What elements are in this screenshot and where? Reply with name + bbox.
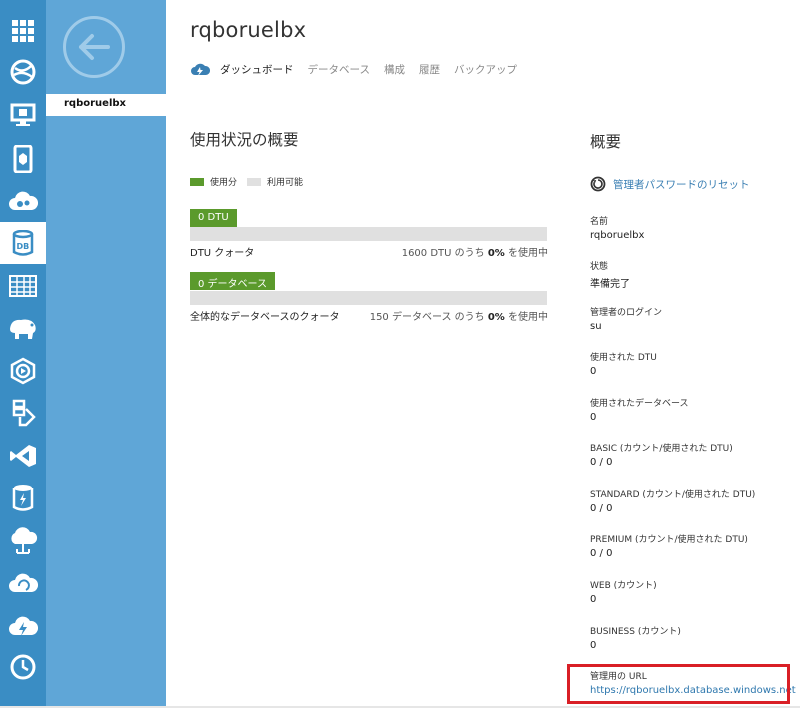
overview-property: 使用された DTU 0 bbox=[590, 350, 790, 377]
main-content: rqboruelbx ダッシュボード データベース 構成 履歴 バックアップ 使… bbox=[166, 0, 800, 708]
biztalk-services-icon[interactable] bbox=[0, 520, 46, 562]
back-button[interactable] bbox=[63, 16, 125, 78]
cache-icon[interactable] bbox=[0, 477, 46, 519]
reset-admin-password-label: 管理者パスワードのリセット bbox=[613, 178, 750, 191]
cloud-services-icon[interactable] bbox=[0, 180, 46, 222]
service-rail: DB bbox=[0, 0, 46, 708]
property-key: 使用されたデータベース bbox=[590, 399, 689, 409]
property-value: 準備完了 bbox=[590, 279, 630, 290]
hdinsight-icon[interactable] bbox=[0, 307, 46, 349]
tab-configure[interactable]: 構成 bbox=[384, 62, 405, 77]
overview-property: BASIC (カウント/使用された DTU) 0 / 0 bbox=[590, 441, 790, 468]
dtu-usage-track bbox=[190, 227, 547, 241]
property-key: 状態 bbox=[590, 262, 609, 272]
sql-database-icon[interactable]: DB bbox=[0, 222, 46, 264]
overview-property: PREMIUM (カウント/使用された DTU) 0 / 0 bbox=[590, 532, 790, 559]
back-arrow-icon bbox=[79, 34, 110, 60]
dtu-quota-bar: 0 DTU DTU クォータ 1600 DTU のうち 0% を使用中 bbox=[190, 205, 548, 259]
overview-property: 状態 準備完了 bbox=[590, 259, 790, 290]
tab-backup[interactable]: バックアップ bbox=[454, 62, 517, 77]
property-key: BUSINESS (カウント) bbox=[590, 627, 681, 637]
visual-studio-online-icon[interactable] bbox=[0, 435, 46, 477]
overview-title: 概要 bbox=[590, 133, 622, 151]
database-quota-summary: 150 データベース のうち 0% を使用中 bbox=[369, 312, 548, 323]
recovery-services-icon[interactable] bbox=[0, 562, 46, 604]
legend-available-label: 利用可能 bbox=[267, 178, 304, 188]
mobile-services-icon[interactable] bbox=[0, 138, 46, 180]
property-value: 0 / 0 bbox=[590, 503, 613, 514]
media-services-icon[interactable] bbox=[0, 350, 46, 392]
reset-icon bbox=[590, 176, 606, 192]
overview-property: 使用されたデータベース 0 bbox=[590, 396, 790, 423]
page-title: rqboruelbx bbox=[190, 18, 307, 42]
property-value: 0 / 0 bbox=[590, 457, 613, 468]
property-value: su bbox=[590, 321, 602, 332]
database-usage-tag: 0 データベース bbox=[190, 272, 276, 290]
overview-property: 管理者のログイン su bbox=[590, 305, 790, 332]
usage-legend: 使用分 利用可能 bbox=[190, 175, 303, 188]
all-items-icon[interactable] bbox=[0, 10, 46, 52]
property-value: 0 bbox=[590, 366, 597, 377]
tab-dashboard[interactable]: ダッシュボード bbox=[220, 62, 294, 77]
cdn-icon[interactable] bbox=[0, 605, 46, 647]
database-quota-bar: 0 データベース 全体的なデータベースのクォータ 150 データベース のうち … bbox=[190, 272, 548, 323]
database-quota-label: 全体的なデータベースのクォータ bbox=[190, 312, 340, 323]
tab-bar: ダッシュボード データベース 構成 履歴 バックアップ bbox=[190, 60, 531, 78]
property-key: 使用された DTU bbox=[590, 353, 657, 363]
usage-overview-title: 使用状況の概要 bbox=[190, 131, 299, 149]
property-value: rqboruelbx bbox=[590, 230, 645, 241]
overview-property: BUSINESS (カウント) 0 bbox=[590, 624, 790, 651]
management-url-highlight bbox=[567, 664, 790, 704]
dashboard-cloud-icon bbox=[190, 61, 210, 77]
tab-databases[interactable]: データベース bbox=[308, 62, 370, 77]
property-value: 0 bbox=[590, 412, 597, 423]
web-sites-icon[interactable] bbox=[0, 51, 46, 93]
dtu-quota-summary: 1600 DTU のうち 0% を使用中 bbox=[401, 248, 548, 259]
storage-icon[interactable] bbox=[0, 265, 46, 307]
legend-used-swatch bbox=[190, 177, 204, 186]
property-key: STANDARD (カウント/使用された DTU) bbox=[590, 490, 756, 500]
legend-used-label: 使用分 bbox=[210, 178, 238, 188]
svg-text:DB: DB bbox=[17, 242, 30, 251]
reset-admin-password-link[interactable]: 管理者パスワードのリセット bbox=[590, 176, 750, 192]
nav-panel: rqboruelbx bbox=[46, 0, 166, 708]
property-key: BASIC (カウント/使用された DTU) bbox=[590, 444, 733, 454]
property-key: PREMIUM (カウント/使用された DTU) bbox=[590, 535, 748, 545]
property-value: 0 / 0 bbox=[590, 548, 613, 559]
overview-property: STANDARD (カウント/使用された DTU) 0 / 0 bbox=[590, 487, 790, 514]
overview-property: 名前 rqboruelbx bbox=[590, 214, 790, 241]
property-key: WEB (カウント) bbox=[590, 581, 657, 591]
property-value: 0 bbox=[590, 640, 597, 651]
overview-property: WEB (カウント) 0 bbox=[590, 578, 790, 605]
database-usage-track bbox=[190, 291, 547, 305]
dtu-usage-tag: 0 DTU bbox=[190, 209, 237, 227]
tab-history[interactable]: 履歴 bbox=[419, 62, 440, 77]
service-bus-icon[interactable] bbox=[0, 392, 46, 434]
virtual-machines-icon[interactable] bbox=[0, 94, 46, 136]
property-value: 0 bbox=[590, 594, 597, 605]
legend-available-swatch bbox=[247, 177, 262, 186]
scheduler-icon[interactable] bbox=[0, 646, 46, 688]
nav-item-selected[interactable]: rqboruelbx bbox=[46, 94, 166, 116]
dtu-quota-label: DTU クォータ bbox=[190, 248, 255, 259]
property-key: 管理者のログイン bbox=[590, 308, 663, 318]
property-key: 名前 bbox=[590, 217, 609, 227]
